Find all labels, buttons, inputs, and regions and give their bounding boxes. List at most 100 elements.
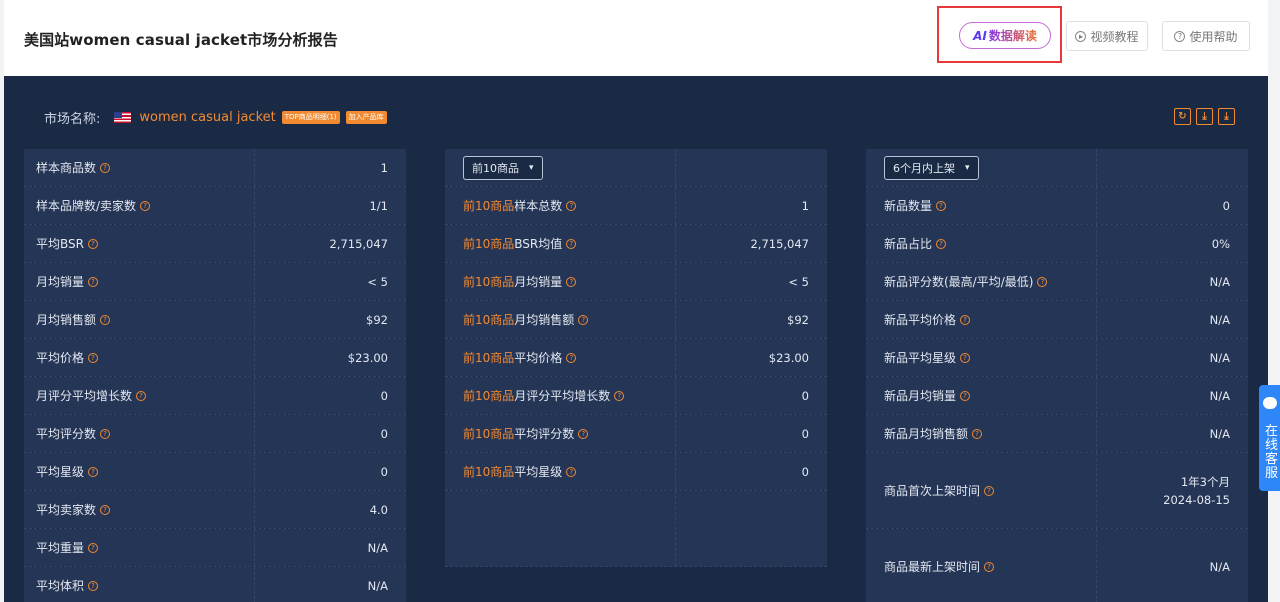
download-icon[interactable]: ⤓	[1196, 108, 1213, 125]
table-row: 前10商品 月均销量? < 5	[445, 263, 827, 301]
help-circle-icon[interactable]: ?	[100, 162, 111, 173]
help-circle-icon[interactable]: ?	[566, 238, 577, 249]
row-label-text: BSR均值	[514, 237, 563, 251]
help-circle-icon[interactable]: ?	[1037, 276, 1048, 287]
help-circle-icon[interactable]: ?	[566, 352, 577, 363]
row-label-prefix: 前10商品	[463, 199, 515, 213]
help-circle-icon[interactable]: ?	[984, 485, 995, 496]
refresh-icon[interactable]: ↻	[1174, 108, 1191, 125]
row-label-prefix: 前10商品	[463, 237, 515, 251]
row-label-text: 平均价格	[36, 351, 85, 365]
row-label: 月评分平均增长数?	[24, 377, 254, 414]
report-header: 美国站women casual jacket市场分析报告 AI 数据解读 ▸ 视…	[4, 0, 1268, 76]
table-row: 样本品牌数/卖家数? 1/1	[24, 187, 406, 225]
help-circle-icon[interactable]: ?	[936, 200, 947, 211]
help-circle-icon[interactable]: ?	[972, 428, 983, 439]
help-circle-icon[interactable]: ?	[88, 352, 99, 363]
help-circle-icon[interactable]: ?	[100, 504, 111, 515]
row-value	[675, 491, 827, 566]
help-circle-icon[interactable]: ?	[960, 314, 971, 325]
table-row: 前10商品 平均星级? 0	[445, 453, 827, 491]
row-label: 新品月均销量?	[866, 377, 1096, 414]
help-circle-icon[interactable]: ?	[100, 314, 111, 325]
market-panel: 市场名称: women casual jacket TOP商品明细(1) 加入产…	[4, 76, 1268, 602]
sample-stats-table: 样本商品数? 1 样本品牌数/卖家数? 1/1 平均BSR? 2,715,047 月均销量?…	[24, 149, 406, 602]
row-label-text: 月均销售额	[514, 313, 575, 327]
row-label-text: 平均星级	[514, 465, 563, 479]
row-label: 平均体积?	[24, 567, 254, 602]
row-label-text: 月评分平均增长数	[514, 389, 611, 403]
top-n-select[interactable]: 前10商品 ▾	[463, 155, 543, 180]
help-circle-icon[interactable]: ?	[88, 276, 99, 287]
row-value: N/A	[1096, 529, 1248, 602]
help-circle-icon[interactable]: ?	[578, 314, 589, 325]
row-label: 平均评分数?	[24, 415, 254, 452]
row-value: 1/1	[254, 187, 406, 224]
row-label: 平均重量?	[24, 529, 254, 566]
help-circle-icon[interactable]: ?	[566, 466, 577, 477]
help-circle-icon[interactable]: ?	[960, 390, 971, 401]
row-label-prefix: 前10商品	[463, 427, 515, 441]
row-value: 0	[1096, 187, 1248, 224]
top10-stats-table: 前10商品 ▾ 前10商品 样本总数? 1 前10商品 BSR均值? 2,715,047 前10…	[445, 149, 827, 567]
row-label: 前10商品 平均星级?	[445, 453, 675, 490]
online-service-button[interactable]: 在线客服	[1259, 385, 1280, 491]
row-value: 0	[254, 377, 406, 414]
add-to-library-tag[interactable]: 加入产品库	[345, 111, 387, 124]
row-label-text: 平均卖家数	[36, 503, 97, 517]
row-label-text: 样本品牌数/卖家数	[36, 199, 137, 213]
help-circle-icon[interactable]: ?	[578, 428, 589, 439]
help-button[interactable]: ? 使用帮助	[1162, 21, 1250, 51]
help-circle-icon[interactable]: ?	[140, 200, 151, 211]
row-value: 1	[675, 187, 827, 224]
ai-interpret-button[interactable]: AI 数据解读	[959, 22, 1051, 49]
row-label: 新品月均销售额?	[866, 415, 1096, 452]
row-label: 6个月内上架 ▾	[866, 149, 1096, 186]
play-icon: ▸	[1075, 30, 1087, 42]
row-label: 平均BSR?	[24, 225, 254, 262]
chat-icon	[1263, 397, 1277, 409]
row-value: 0	[254, 415, 406, 452]
row-label-text: 商品首次上架时间	[884, 484, 981, 498]
row-label-prefix: 前10商品	[463, 313, 515, 327]
row-value: 0	[675, 453, 827, 490]
top-products-tag[interactable]: TOP商品明细(1)	[281, 111, 340, 124]
row-label	[445, 491, 675, 566]
help-circle-icon[interactable]: ?	[566, 276, 577, 287]
row-value: N/A	[1096, 415, 1248, 452]
row-value: < 5	[254, 263, 406, 300]
market-line: 市场名称: women casual jacket TOP商品明细(1) 加入产…	[44, 108, 387, 127]
row-label: 平均星级?	[24, 453, 254, 490]
row-label: 样本商品数?	[24, 149, 254, 186]
row-label-text: 新品月均销量	[884, 389, 957, 403]
help-circle-icon[interactable]: ?	[88, 466, 99, 477]
row-label-text: 平均星级	[36, 465, 85, 479]
help-circle-icon[interactable]: ?	[614, 390, 625, 401]
help-circle-icon[interactable]: ?	[936, 238, 947, 249]
help-circle-icon[interactable]: ?	[88, 580, 99, 591]
help-circle-icon[interactable]: ?	[566, 200, 577, 211]
help-circle-icon[interactable]: ?	[87, 238, 98, 249]
help-circle-icon[interactable]: ?	[984, 561, 995, 572]
download-icon[interactable]: ⤓	[1218, 108, 1235, 125]
row-label-text: 商品最新上架时间	[884, 560, 981, 574]
row-label-text: 月均销量	[36, 275, 85, 289]
row-label: 平均价格?	[24, 339, 254, 376]
row-value: 1	[254, 149, 406, 186]
row-label-text: 月均销售额	[36, 313, 97, 327]
row-label-text: 平均评分数	[36, 427, 97, 441]
row-label-text: 月均销量	[514, 275, 563, 289]
help-circle-icon[interactable]: ?	[960, 352, 971, 363]
help-circle-icon[interactable]: ?	[100, 428, 111, 439]
video-tutorial-button[interactable]: ▸ 视频教程	[1066, 21, 1148, 51]
market-name[interactable]: women casual jacket	[139, 110, 275, 125]
row-label: 商品首次上架时间?	[866, 453, 1096, 528]
listing-period-select[interactable]: 6个月内上架 ▾	[884, 155, 979, 180]
table-row: 平均星级? 0	[24, 453, 406, 491]
help-circle-icon[interactable]: ?	[88, 542, 99, 553]
row-value: 4.0	[254, 491, 406, 528]
row-label: 新品占比?	[866, 225, 1096, 262]
table-row: 新品评分数(最高/平均/最低)? N/A	[866, 263, 1248, 301]
select-value: 6个月内上架	[893, 161, 955, 175]
help-circle-icon[interactable]: ?	[136, 390, 147, 401]
